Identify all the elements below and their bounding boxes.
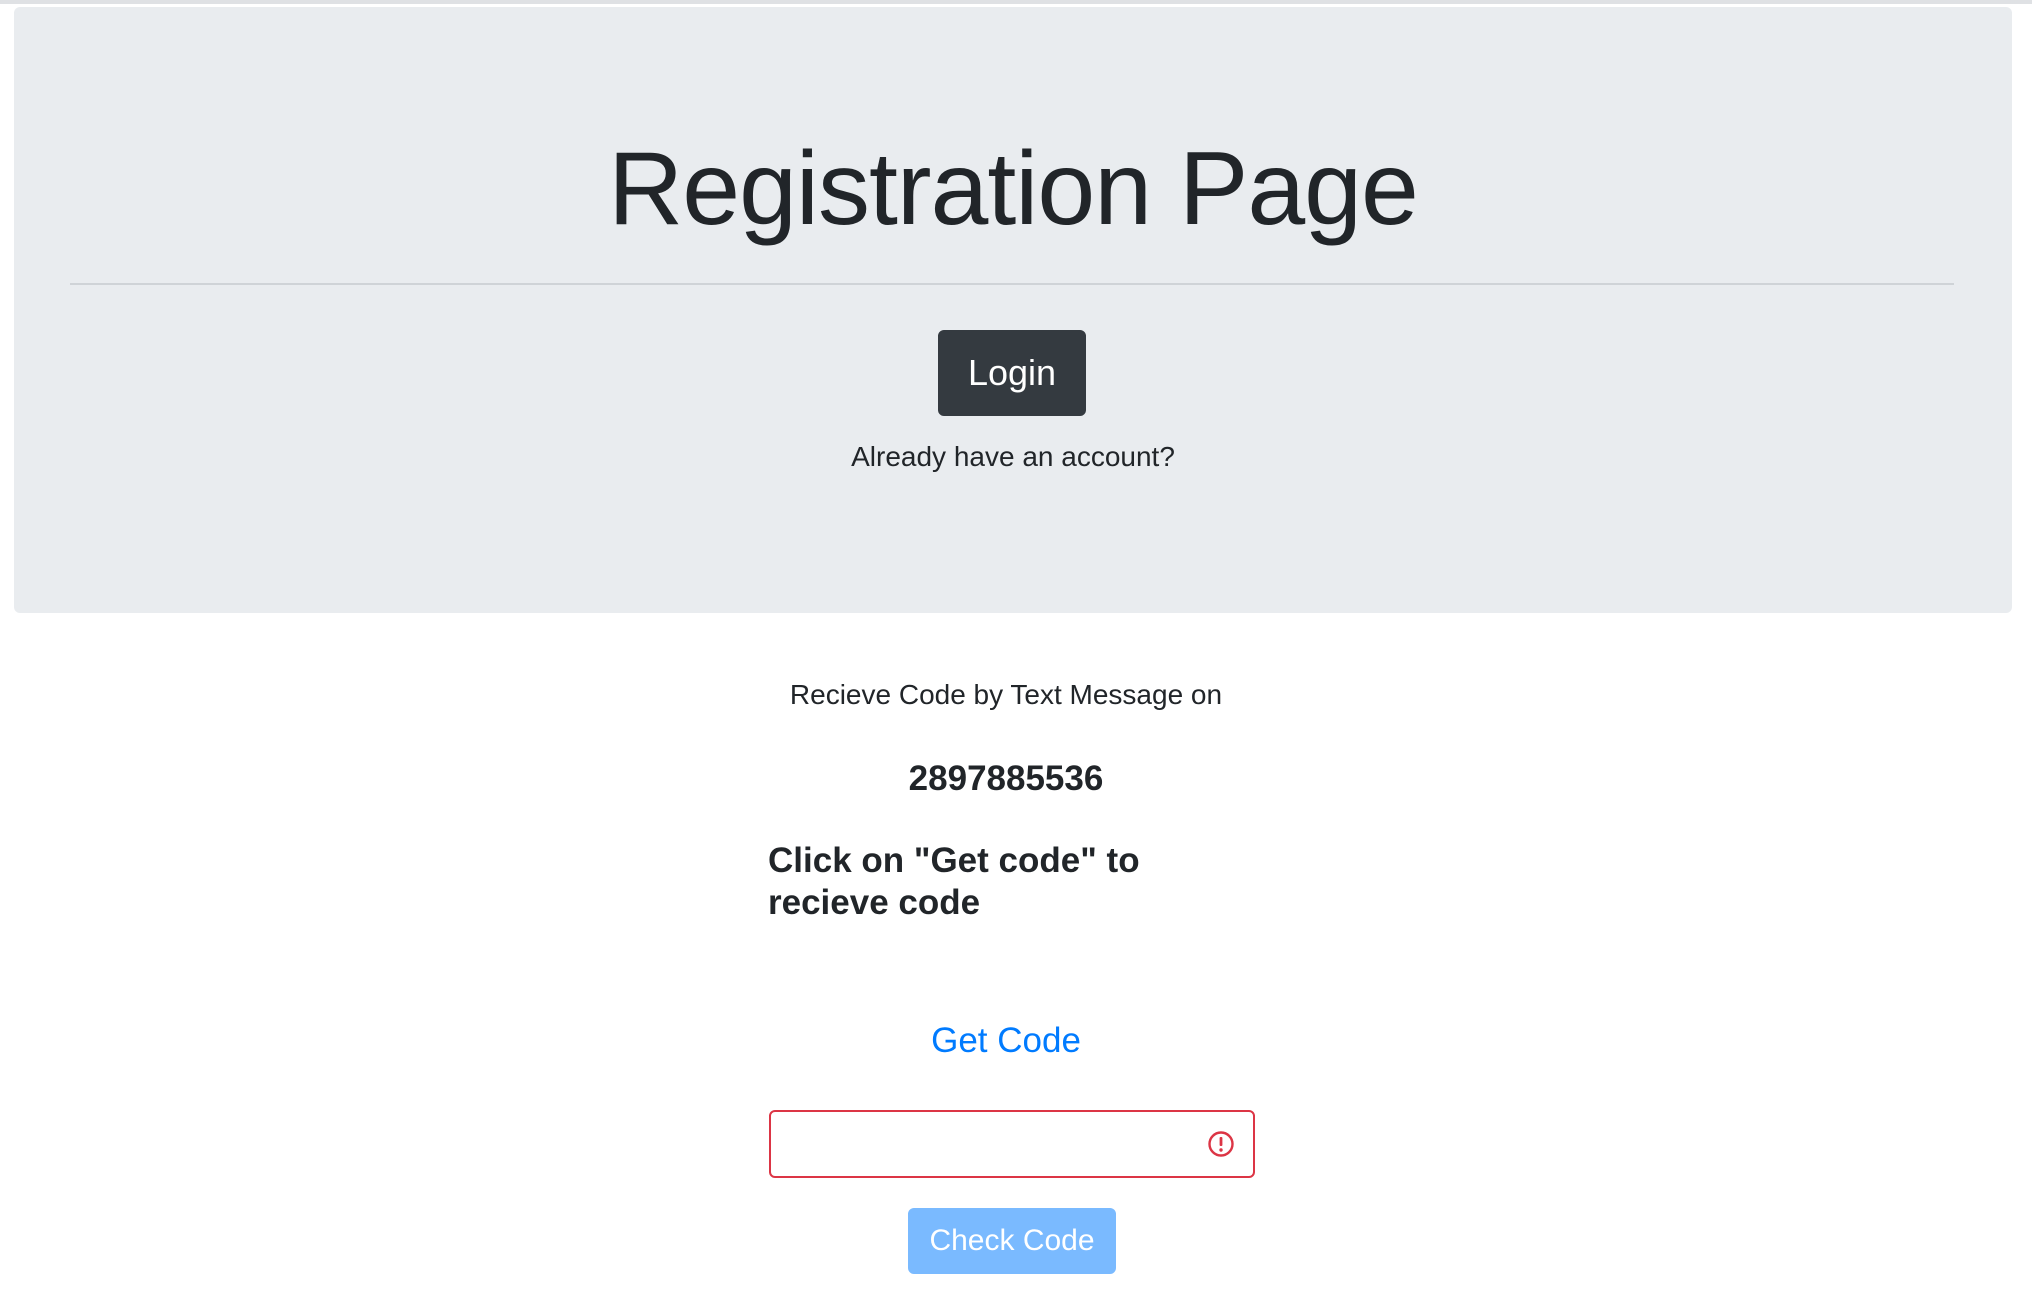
header-divider: [70, 283, 1954, 285]
alert-circle-icon: [1208, 1131, 1234, 1157]
top-border: [0, 0, 2032, 4]
receive-code-text: Recieve Code by Text Message on: [789, 679, 1223, 710]
check-code-button[interactable]: Check Code: [908, 1208, 1116, 1274]
already-account-text: Already have an account?: [851, 441, 1175, 472]
instructions-text: Click on "Get code" to recieve code: [768, 841, 1140, 922]
jumbotron-header: Registration Page Login Already have an …: [14, 7, 2012, 613]
login-button[interactable]: Login: [938, 330, 1086, 416]
page-title: Registration Page: [608, 131, 1419, 247]
code-input-wrapper: [769, 1110, 1255, 1178]
get-code-link[interactable]: Get Code: [900, 1015, 1112, 1067]
phone-number: 2897885536: [908, 759, 1104, 798]
verification-code-input[interactable]: [771, 1112, 1191, 1176]
